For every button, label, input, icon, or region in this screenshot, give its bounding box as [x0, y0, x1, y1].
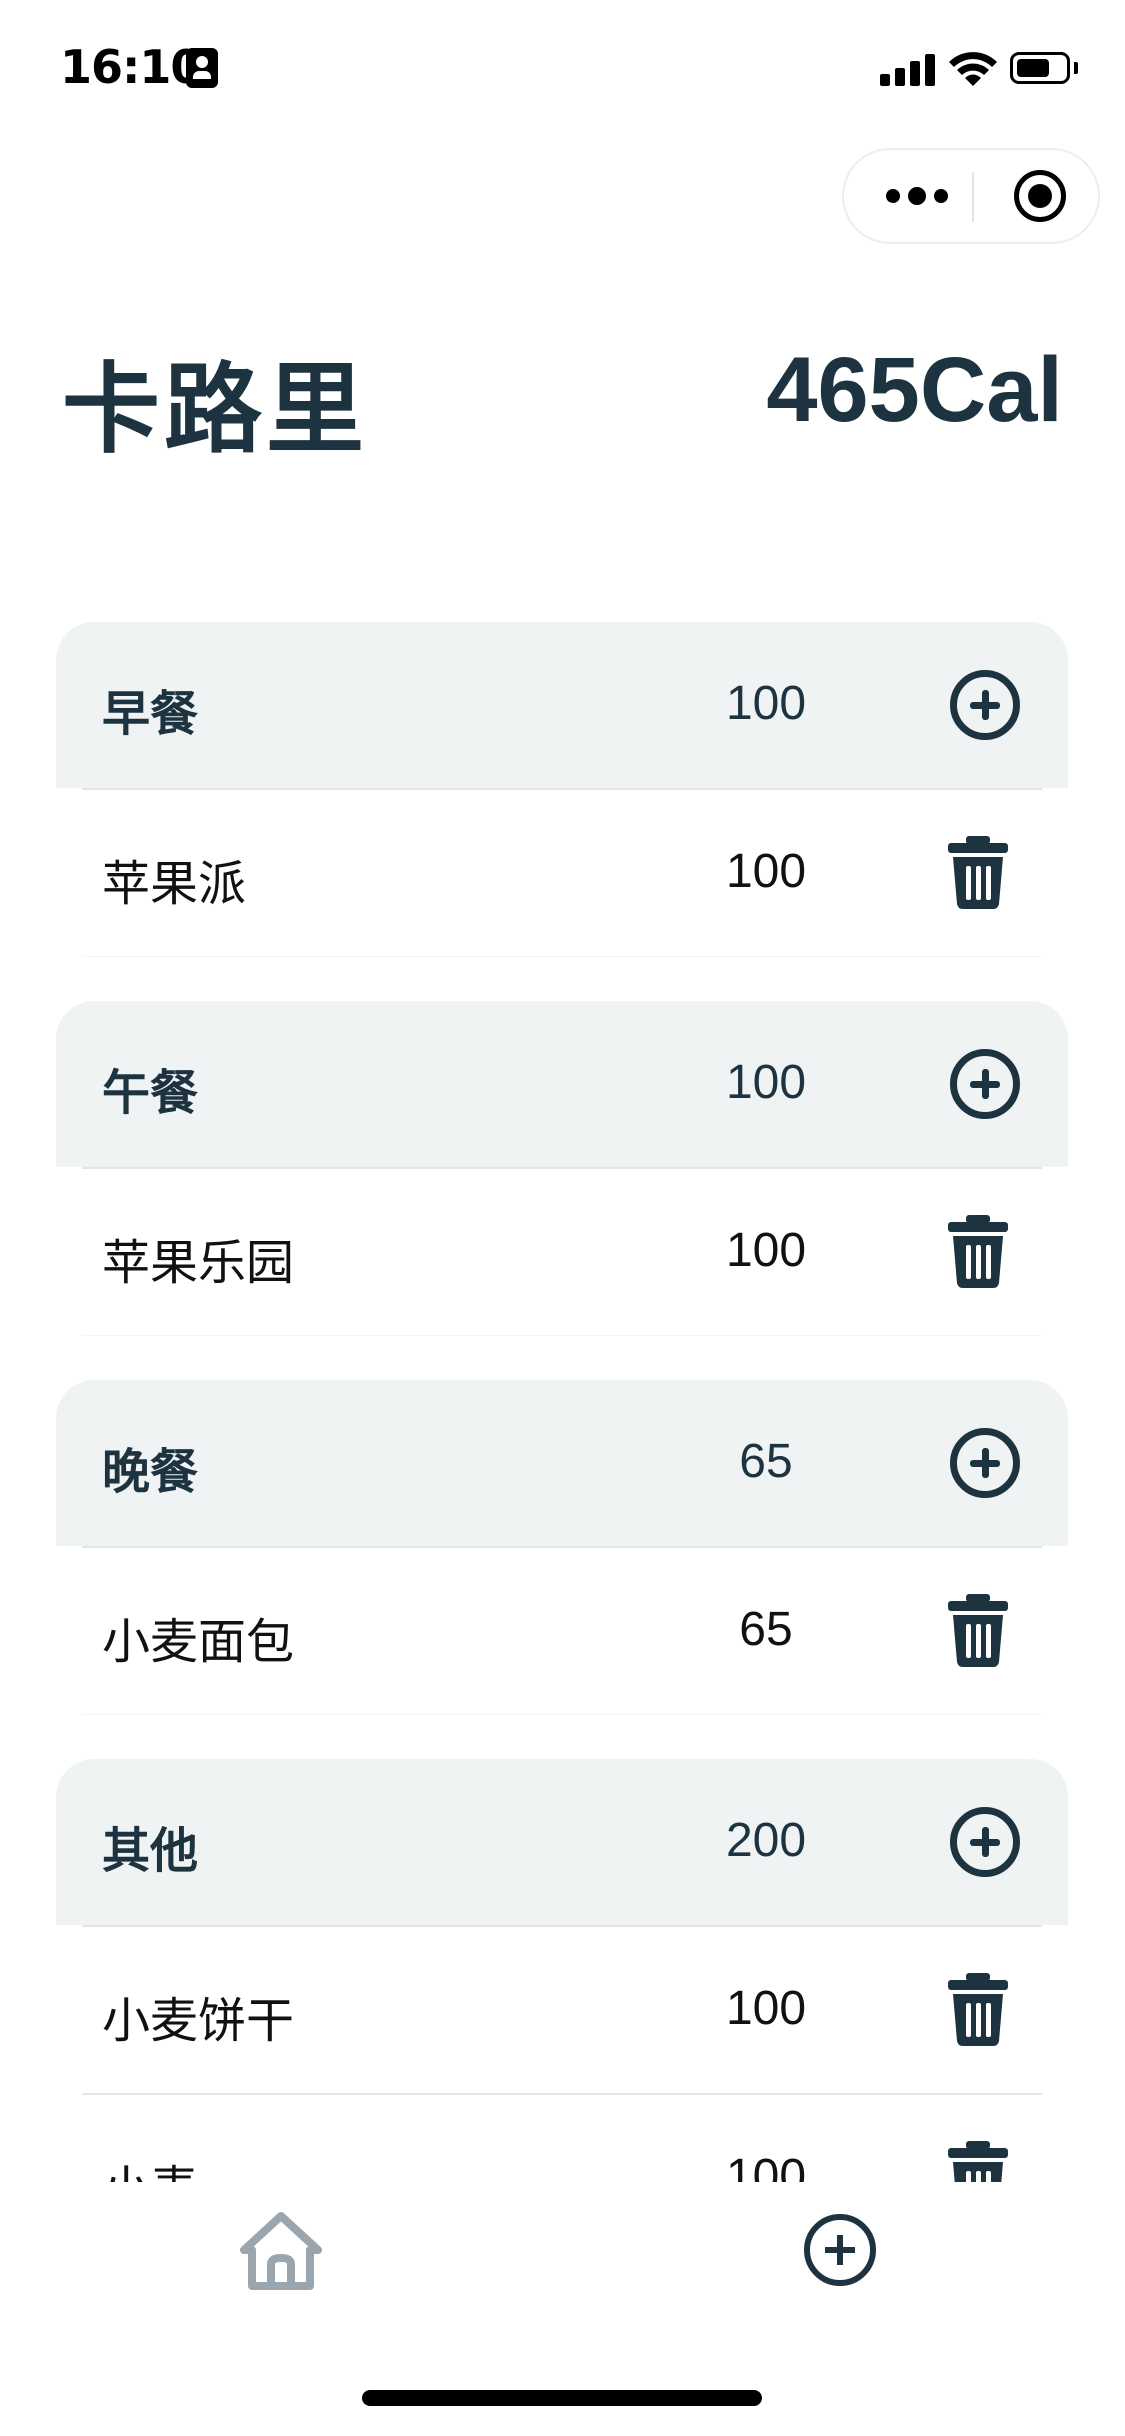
meal-list[interactable]: 早餐 100 苹果派 100 午餐 100 苹果乐园 100 晚餐 65 小麦面… — [56, 622, 1068, 2182]
food-name: 小麦 — [102, 2149, 198, 2182]
plus-circle-icon[interactable] — [804, 2214, 876, 2286]
trash-icon[interactable] — [946, 2139, 1010, 2182]
meal-total: 200 — [725, 1814, 807, 1867]
total-calories: 465Cal — [766, 339, 1063, 441]
meal-section-other: 其他 200 小麦饼干 100 小麦 100 — [56, 1759, 1068, 2182]
meal-name: 早餐 — [102, 686, 199, 742]
battery-icon — [1010, 52, 1070, 84]
home-indicator — [362, 2390, 762, 2406]
meal-header: 晚餐 65 — [56, 1380, 1068, 1546]
food-row: 苹果乐园 100 — [82, 1167, 1042, 1336]
meal-name: 午餐 — [102, 1065, 199, 1121]
status-bar: 16:10 — [0, 0, 1125, 140]
meal-section-dinner: 晚餐 65 小麦面包 65 — [56, 1380, 1068, 1715]
food-row: 小麦饼干 100 — [82, 1925, 1042, 2093]
food-calories: 100 — [725, 1982, 807, 2035]
tab-bar — [0, 2190, 1125, 2330]
meal-header: 午餐 100 — [56, 1001, 1068, 1167]
food-name: 苹果派 — [102, 856, 247, 912]
food-row: 小麦 100 — [82, 2093, 1042, 2182]
meal-name: 其他 — [102, 1823, 199, 1879]
meal-total: 100 — [725, 1056, 807, 1109]
food-row: 小麦面包 65 — [82, 1546, 1042, 1715]
meal-section-lunch: 午餐 100 苹果乐园 100 — [56, 1001, 1068, 1336]
food-name: 小麦面包 — [102, 1614, 295, 1670]
food-calories: 100 — [725, 1224, 807, 1277]
add-food-button[interactable] — [950, 1428, 1020, 1498]
trash-icon[interactable] — [946, 1592, 1010, 1668]
food-name: 苹果乐园 — [102, 1235, 295, 1291]
close-target-icon[interactable] — [1014, 170, 1066, 222]
add-food-button[interactable] — [950, 670, 1020, 740]
page-title: 卡路里 — [62, 353, 369, 467]
food-calories: 65 — [739, 1603, 793, 1656]
capsule-menu — [842, 148, 1100, 244]
meal-total: 100 — [725, 677, 807, 730]
food-calories: 100 — [725, 845, 807, 898]
wifi-icon — [949, 52, 997, 86]
cellular-signal-icon — [880, 54, 936, 86]
meal-header: 早餐 100 — [56, 622, 1068, 788]
contact-badge-icon — [186, 48, 218, 88]
trash-icon[interactable] — [946, 834, 1010, 910]
food-row: 苹果派 100 — [82, 788, 1042, 957]
trash-icon[interactable] — [946, 1971, 1010, 2047]
meal-section-breakfast: 早餐 100 苹果派 100 — [56, 622, 1068, 957]
meal-total: 65 — [739, 1435, 793, 1488]
add-food-button[interactable] — [950, 1049, 1020, 1119]
food-name: 小麦饼干 — [102, 1993, 295, 2049]
add-food-button[interactable] — [950, 1807, 1020, 1877]
home-icon[interactable] — [238, 2210, 324, 2292]
meal-header: 其他 200 — [56, 1759, 1068, 1925]
meal-name: 晚餐 — [102, 1444, 199, 1500]
more-options-icon[interactable] — [872, 150, 962, 242]
food-calories: 100 — [725, 2150, 807, 2182]
trash-icon[interactable] — [946, 1213, 1010, 1289]
status-time: 16:10 — [60, 40, 202, 94]
